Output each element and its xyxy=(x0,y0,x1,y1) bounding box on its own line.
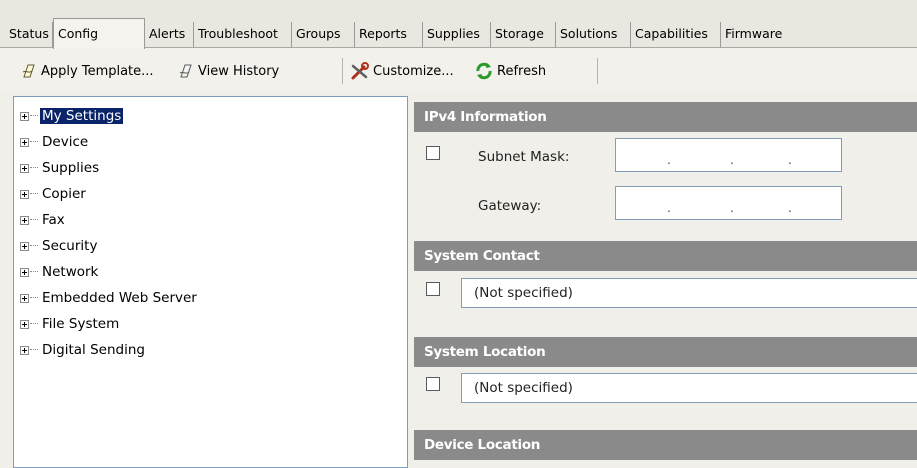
tree-item-device[interactable]: Device xyxy=(14,133,90,151)
tab-solutions[interactable]: Solutions xyxy=(556,22,631,47)
system-location-input[interactable]: (Not specified) xyxy=(461,373,917,403)
tab-capabilities[interactable]: Capabilities xyxy=(631,22,721,47)
settings-panel: IPv4 Information Subnet Mask: . . . Gate… xyxy=(414,96,917,468)
view-history-button[interactable]: View History xyxy=(177,60,279,82)
tree-item-label: Device xyxy=(42,134,89,150)
expand-icon[interactable] xyxy=(20,189,29,199)
expand-icon[interactable] xyxy=(20,267,29,277)
ip-separator: . xyxy=(788,201,792,215)
apply-template-label: Apply Template... xyxy=(41,63,154,79)
system-contact-section-header: System Contact xyxy=(414,241,917,271)
expand-icon[interactable] xyxy=(20,241,29,251)
tree-item-supplies[interactable]: Supplies xyxy=(14,159,101,177)
tree-item-embedded-web-server[interactable]: Embedded Web Server xyxy=(14,289,199,307)
ipv4-section-header: IPv4 Information xyxy=(414,102,917,132)
template-icon xyxy=(22,64,35,78)
gateway-label: Gateway: xyxy=(478,198,542,214)
tree-item-label: My Settings xyxy=(40,108,124,124)
tab-troubleshoot[interactable]: Troubleshoot xyxy=(194,22,292,47)
tools-icon xyxy=(351,62,369,80)
tree-item-copier[interactable]: Copier xyxy=(14,185,88,203)
tree-item-label: Copier xyxy=(42,186,86,202)
history-icon xyxy=(179,64,192,78)
gateway-input[interactable]: . . . xyxy=(615,186,842,220)
tab-firmware[interactable]: Firmware xyxy=(721,22,801,47)
apply-template-button[interactable]: Apply Template... xyxy=(20,60,154,82)
subnet-mask-label: Subnet Mask: xyxy=(478,149,570,165)
tree-item-label: File System xyxy=(42,316,120,332)
tab-bar: Status Config Alerts Troubleshoot Groups… xyxy=(0,0,917,49)
ip-separator: . xyxy=(730,201,734,215)
expand-icon[interactable] xyxy=(20,163,29,173)
expand-icon[interactable] xyxy=(20,137,29,147)
expand-icon[interactable] xyxy=(20,345,29,355)
expand-icon[interactable] xyxy=(20,293,29,303)
tab-alerts[interactable]: Alerts xyxy=(145,22,194,47)
subnet-checkbox[interactable] xyxy=(426,146,440,160)
refresh-icon xyxy=(476,62,492,80)
expand-icon[interactable] xyxy=(20,111,29,121)
expand-icon[interactable] xyxy=(20,215,29,225)
tab-status[interactable]: Status xyxy=(5,22,53,47)
system-contact-input[interactable]: (Not specified) xyxy=(461,278,917,308)
tab-supplies[interactable]: Supplies xyxy=(423,22,491,47)
toolbar-separator xyxy=(342,58,343,84)
tree-item-file-system[interactable]: File System xyxy=(14,315,121,333)
expand-icon[interactable] xyxy=(20,319,29,329)
tab-groups[interactable]: Groups xyxy=(292,22,355,47)
system-location-section-header: System Location xyxy=(414,337,917,367)
system-location-checkbox[interactable] xyxy=(426,377,440,391)
tree-item-network[interactable]: Network xyxy=(14,263,100,281)
tree-item-label: Digital Sending xyxy=(42,342,145,358)
ip-separator: . xyxy=(667,201,671,215)
tree-item-my-settings[interactable]: My Settings xyxy=(14,107,124,125)
tree-item-label: Fax xyxy=(42,212,65,228)
ip-separator: . xyxy=(730,153,734,167)
customize-button[interactable]: Customize... xyxy=(350,60,454,82)
subnet-mask-input[interactable]: . . . xyxy=(615,138,842,172)
customize-label: Customize... xyxy=(373,63,454,79)
refresh-label: Refresh xyxy=(497,63,547,79)
system-contact-checkbox[interactable] xyxy=(426,282,440,296)
tab-storage[interactable]: Storage xyxy=(491,22,556,47)
toolbar: Apply Template... View History Customize… xyxy=(0,48,917,92)
tree-item-label: Embedded Web Server xyxy=(42,290,197,306)
tab-config[interactable]: Config xyxy=(53,18,145,49)
tree-item-digital-sending[interactable]: Digital Sending xyxy=(14,341,147,359)
device-location-section-header: Device Location xyxy=(414,430,917,460)
tree-item-security[interactable]: Security xyxy=(14,237,99,255)
tree-item-label: Network xyxy=(42,264,99,280)
tree-item-label: Supplies xyxy=(42,160,100,176)
tab-reports[interactable]: Reports xyxy=(355,22,423,47)
tree-item-label: Security xyxy=(42,238,98,254)
tree-item-fax[interactable]: Fax xyxy=(14,211,67,229)
view-history-label: View History xyxy=(198,63,280,79)
ip-separator: . xyxy=(788,153,792,167)
settings-tree[interactable]: My Settings Device Supplies Copier Fax S… xyxy=(13,96,408,468)
toolbar-separator xyxy=(597,58,598,84)
refresh-button[interactable]: Refresh xyxy=(474,60,546,82)
ip-separator: . xyxy=(667,153,671,167)
